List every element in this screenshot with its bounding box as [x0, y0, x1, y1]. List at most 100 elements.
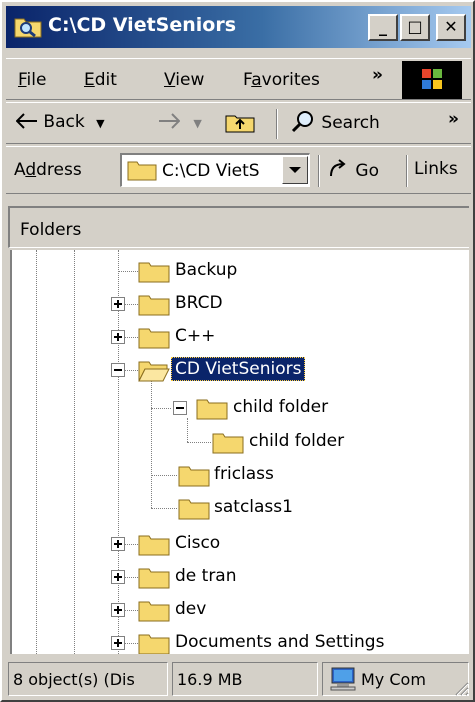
menu-favorites-prefix: F	[243, 70, 252, 90]
back-label: Back	[43, 112, 85, 132]
folder-icon	[196, 399, 228, 420]
menu-overflow-chevron[interactable]: »	[372, 65, 383, 85]
expand-toggle[interactable]	[111, 537, 125, 551]
chevron-down-icon	[289, 167, 301, 173]
folder-icon	[138, 568, 170, 589]
my-computer-icon	[330, 667, 356, 691]
status-object-count: 8 object(s) (Dis	[8, 662, 168, 696]
folder-icon	[138, 601, 170, 622]
menu-favorites-label: vorites	[261, 70, 320, 90]
status-location-label: My Com	[361, 670, 426, 689]
status-size: 16.9 MB	[172, 662, 318, 696]
address-combobox[interactable]: C:\CD VietS	[120, 153, 310, 187]
address-label: Address	[14, 160, 82, 180]
links-separator	[406, 155, 408, 187]
search-label: Search	[321, 113, 380, 133]
expand-toggle[interactable]	[111, 570, 125, 584]
tree-item-label: Cisco	[175, 533, 221, 553]
folder-icon	[138, 535, 170, 556]
forward-arrow-icon	[159, 113, 181, 129]
tree-item-label: de tran	[175, 566, 237, 586]
address-separator	[318, 155, 320, 187]
collapse-toggle[interactable]	[111, 363, 125, 377]
tree-item-label: child folder	[233, 397, 329, 417]
tree-item-label: child folder	[249, 431, 345, 451]
folder-icon	[138, 295, 170, 316]
tree-guide-line	[187, 418, 188, 442]
tree-connector	[151, 408, 171, 409]
forward-button[interactable]: ▼	[158, 112, 202, 132]
menu-file-label: ile	[26, 70, 47, 90]
back-dropdown-icon[interactable]: ▼	[96, 117, 104, 130]
address-input[interactable]: C:\CD VietS	[162, 161, 272, 181]
status-location: My Com	[322, 662, 469, 696]
forward-dropdown-icon[interactable]: ▼	[193, 117, 201, 130]
menu-edit-label: dit	[94, 70, 117, 90]
menu-favorites[interactable]: Favorites	[243, 70, 320, 90]
search-icon	[291, 111, 313, 133]
minimize-button[interactable]: _	[368, 14, 398, 41]
tree-item-label: satclass1	[214, 497, 293, 517]
menu-view-label: iew	[175, 70, 205, 90]
go-label: Go	[355, 161, 379, 181]
tree-item-label: friclass	[214, 464, 274, 484]
folder-search-icon	[14, 18, 42, 38]
tree-item-label-selected: CD VietSeniors	[171, 357, 306, 381]
menu-file-mnemonic: F	[18, 70, 27, 90]
tree-item-label: Backup	[175, 260, 238, 280]
menu-edit-mnemonic: E	[84, 70, 95, 90]
tree-guide-line	[74, 250, 75, 654]
tree-item-label: BRCD	[175, 293, 223, 313]
address-label-prefix: A	[14, 160, 26, 180]
folder-icon	[138, 262, 170, 283]
windows-logo-icon	[402, 61, 462, 99]
folder-up-icon	[225, 115, 255, 133]
up-button[interactable]	[224, 110, 256, 139]
links-button[interactable]: Links	[414, 159, 458, 179]
back-arrow-icon	[15, 113, 37, 129]
folder-icon	[138, 328, 170, 349]
explorer-window: C:\CD VietSeniors _ □ ✕ File Edit View F…	[0, 0, 475, 702]
folder-icon	[178, 499, 210, 520]
menu-edit[interactable]: Edit	[84, 70, 117, 90]
menu-file[interactable]: File	[18, 70, 46, 90]
address-dropdown-button[interactable]	[282, 156, 308, 184]
collapse-toggle[interactable]	[173, 401, 187, 415]
search-button[interactable]: Search	[290, 110, 380, 134]
tree-connector	[187, 442, 211, 443]
open-folder-icon	[138, 361, 170, 382]
tree-item-label: C++	[175, 326, 216, 346]
go-arrow-icon	[330, 159, 346, 177]
expand-toggle[interactable]	[111, 297, 125, 311]
close-button[interactable]: ✕	[436, 14, 466, 41]
toolbar-overflow-chevron[interactable]: »	[448, 109, 459, 129]
resize-grip-icon[interactable]	[453, 680, 469, 696]
status-bar: 8 object(s) (Dis 16.9 MB My Com	[6, 658, 471, 698]
expand-toggle[interactable]	[111, 636, 125, 650]
window-title: C:\CD VietSeniors	[48, 14, 237, 36]
expand-toggle[interactable]	[111, 603, 125, 617]
menu-favorites-mnemonic: a	[251, 70, 262, 90]
tree-connector	[118, 271, 138, 272]
folder-icon	[212, 433, 244, 454]
title-bar[interactable]: C:\CD VietSeniors _ □ ✕	[6, 6, 471, 48]
folder-icon	[138, 634, 170, 654]
folders-pane-header: Folders	[8, 206, 469, 248]
maximize-button[interactable]: □	[400, 14, 430, 41]
tree-guide-line	[151, 380, 152, 508]
menu-view-mnemonic: V	[164, 70, 176, 90]
folder-icon	[178, 466, 210, 487]
expand-toggle[interactable]	[111, 330, 125, 344]
folder-tree: Backup BRCD C++ CD VietSeniors child fol…	[10, 250, 469, 654]
go-button[interactable]: Go	[328, 159, 379, 181]
back-button[interactable]: Back ▼	[15, 112, 105, 132]
tree-item-label: dev	[175, 599, 207, 619]
tree-connector	[151, 475, 177, 476]
address-label-mnemonic: d	[25, 160, 37, 180]
tree-connector	[151, 508, 177, 509]
menu-bar: File Edit View Favorites »	[6, 58, 471, 100]
folders-title: Folders	[20, 220, 82, 240]
tree-item-label: Documents and Settings	[175, 632, 385, 652]
folder-icon	[127, 161, 157, 181]
menu-view[interactable]: View	[164, 70, 204, 90]
